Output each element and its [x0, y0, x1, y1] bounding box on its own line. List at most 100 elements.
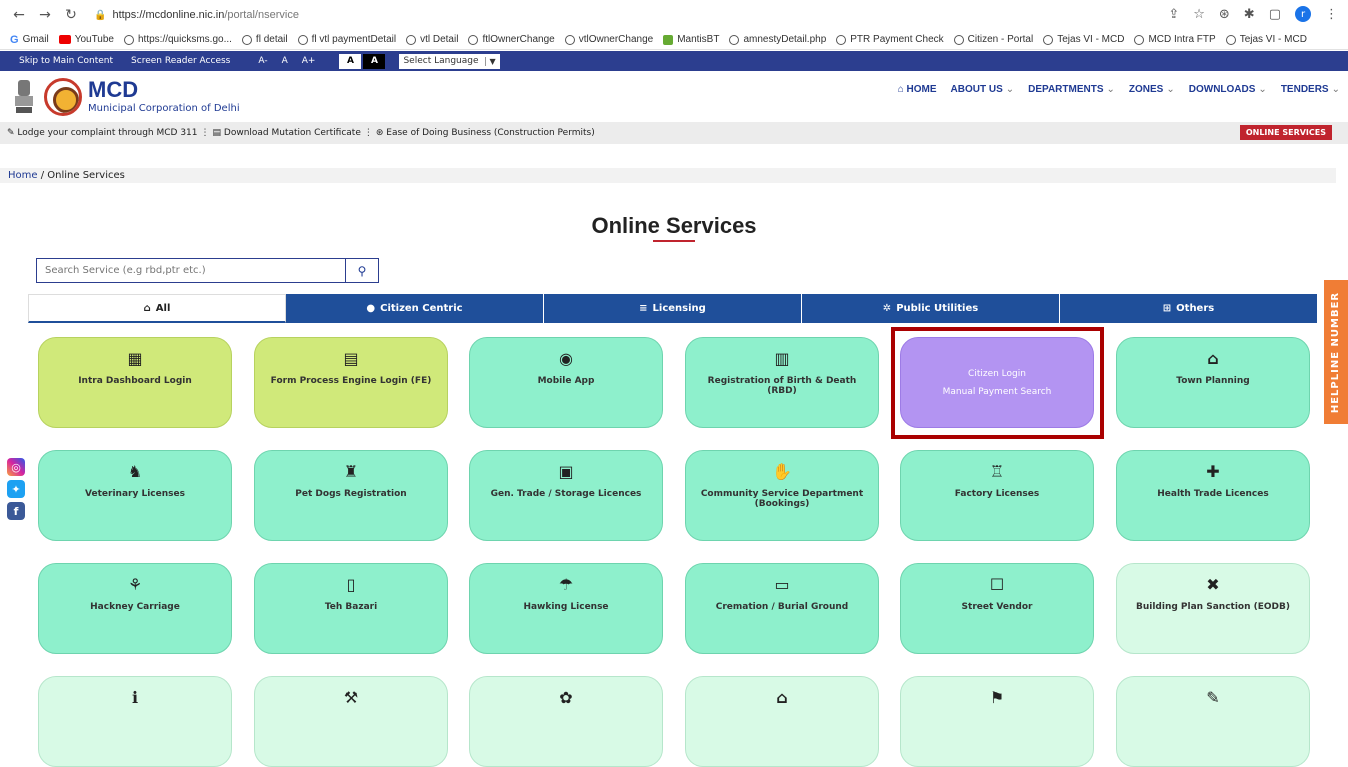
helpline-tab[interactable]: HELPLINE NUMBER	[1324, 280, 1348, 424]
service-card[interactable]: ♞ Veterinary Licenses	[38, 450, 232, 541]
nav-home[interactable]: ⌂ HOME	[898, 84, 937, 95]
font-increase-button[interactable]: A+	[302, 56, 316, 66]
service-card[interactable]: ✖ Building Plan Sanction (EODB)	[1116, 563, 1310, 654]
bookmark-item[interactable]: vtl Detail	[406, 34, 458, 45]
service-card[interactable]: ✿	[469, 676, 663, 767]
bookmark-item[interactable]: MantisBT	[663, 34, 719, 45]
bookmark-item[interactable]: vtlOwnerChange	[564, 34, 653, 45]
bookmark-item[interactable]: fl detail	[241, 34, 288, 45]
puzzle-icon[interactable]: ✱	[1244, 7, 1255, 22]
bookmark-item[interactable]: MCD Intra FTP	[1134, 34, 1216, 45]
service-card[interactable]: ◉ Mobile App	[469, 337, 663, 428]
bookmark-item[interactable]: Tejas VI - MCD	[1225, 34, 1307, 45]
bookmark-icon	[241, 34, 252, 45]
service-card[interactable]: ⚒	[254, 676, 448, 767]
forward-arrow-icon[interactable]: →	[36, 6, 54, 24]
search-button[interactable]: ⚲	[346, 258, 379, 283]
contrast-dark-button[interactable]: A	[363, 53, 386, 69]
back-arrow-icon[interactable]: ←	[10, 6, 28, 24]
twitter-icon[interactable]: ✦	[7, 480, 25, 498]
bookmark-item[interactable]: Citizen - Portal	[953, 34, 1034, 45]
bookmark-item[interactable]: G Gmail	[10, 34, 49, 46]
service-card[interactable]: ♖ Factory Licenses	[900, 450, 1094, 541]
instagram-icon[interactable]: ◎	[7, 458, 25, 476]
service-card-label: Health Trade Licences	[1157, 489, 1269, 499]
home-icon: ⌂	[897, 84, 904, 95]
breadcrumb-home[interactable]: Home	[8, 170, 38, 181]
tab-public-utilities[interactable]: ✲ Public Utilities	[802, 294, 1060, 323]
edit-icon: ✎	[7, 128, 15, 138]
font-decrease-button[interactable]: A-	[258, 56, 267, 66]
chevron-down-icon: ⌄	[1331, 84, 1340, 95]
sidepanel-icon[interactable]: ▢	[1269, 7, 1281, 22]
tab-all[interactable]: ⌂ All	[28, 294, 286, 323]
browser-toolbar: ← → ↻ 🔒 https://mcdonline.nic.in/portal/…	[0, 0, 1348, 30]
service-card[interactable]: ✋ Community Service Department (Bookings)	[685, 450, 879, 541]
chevron-down-icon: ⌄	[1166, 84, 1175, 95]
extension-icon[interactable]: ⊛	[1219, 7, 1230, 22]
font-normal-button[interactable]: A	[282, 56, 288, 66]
mcd-logo[interactable]	[44, 77, 82, 116]
service-card[interactable]: ⌂ Town Planning	[1116, 337, 1310, 428]
service-card[interactable]: ⚘ Hackney Carriage	[38, 563, 232, 654]
service-card[interactable]: ▤ Form Process Engine Login (FE)	[254, 337, 448, 428]
nav-zones[interactable]: ZONES ⌄	[1129, 84, 1175, 95]
service-card[interactable]: ⌂	[685, 676, 879, 767]
list-icon: ≡	[639, 303, 648, 314]
contrast-light-button[interactable]: A	[339, 53, 362, 69]
service-card[interactable]: ♜ Pet Dogs Registration	[254, 450, 448, 541]
page-title: Online Services	[591, 213, 757, 238]
service-card-label: Mobile App	[537, 376, 595, 386]
bookmark-item[interactable]: Tejas VI - MCD	[1043, 34, 1124, 45]
bookmark-label: MCD Intra FTP	[1148, 34, 1216, 45]
service-card[interactable]: ☐ Street Vendor	[900, 563, 1094, 654]
bookmark-item[interactable]: amnestyDetail.php	[729, 34, 826, 45]
service-card[interactable]: ℹ	[38, 676, 232, 767]
service-card[interactable]: ▦ Intra Dashboard Login	[38, 337, 232, 428]
nav-tenders[interactable]: TENDERS ⌄	[1281, 84, 1340, 95]
bookmark-item[interactable]: ftlOwnerChange	[468, 34, 555, 45]
facebook-icon[interactable]: f	[7, 502, 25, 520]
eodb-link[interactable]: ⊛ Ease of Doing Business (Construction P…	[376, 128, 595, 138]
skip-main-link[interactable]: Skip to Main Content	[15, 54, 117, 68]
tax-icon: ⚑	[989, 688, 1005, 707]
bookmark-label: Citizen - Portal	[967, 34, 1034, 45]
nav-about[interactable]: ABOUT US ⌄	[951, 84, 1015, 95]
brand[interactable]: MCD Municipal Corporation of Delhi	[88, 79, 240, 115]
plus-box-icon: ⊞	[1162, 303, 1172, 314]
nav-downloads[interactable]: DOWNLOADS ⌄	[1189, 84, 1267, 95]
service-card[interactable]: ⚑	[900, 676, 1094, 767]
complaint-link[interactable]: ✎ Lodge your complaint through MCD 311	[7, 128, 198, 138]
bookmark-item[interactable]: fl vtl paymentDetail	[297, 34, 396, 45]
tab-others[interactable]: ⊞ Others	[1060, 294, 1318, 323]
tab-citizen-centric[interactable]: ● Citizen Centric	[286, 294, 544, 323]
info-icon: ℹ	[131, 688, 139, 707]
service-card[interactable]: ▥ Registration of Birth & Death (RBD)	[685, 337, 879, 428]
service-card[interactable]: ✚ Health Trade Licences	[1116, 450, 1310, 541]
online-services-button[interactable]: ONLINE SERVICES	[1239, 125, 1332, 140]
star-icon[interactable]: ☆	[1193, 7, 1205, 22]
tab-licensing[interactable]: ≡ Licensing	[544, 294, 802, 323]
bookmark-item[interactable]: https://quicksms.go...	[123, 34, 232, 45]
address-bar[interactable]: 🔒 https://mcdonline.nic.in/portal/nservi…	[94, 9, 299, 21]
screen-reader-link[interactable]: Screen Reader Access	[127, 54, 234, 68]
nav-departments[interactable]: DEPARTMENTS ⌄	[1028, 84, 1115, 95]
language-select[interactable]: Select Language ▼	[399, 53, 500, 69]
nav-downloads-label: DOWNLOADS	[1188, 84, 1256, 95]
profile-avatar[interactable]: r	[1295, 6, 1311, 22]
mutation-link[interactable]: ▤ Download Mutation Certificate	[213, 128, 361, 138]
share-icon[interactable]: ⇪	[1168, 7, 1179, 22]
reload-icon[interactable]: ↻	[62, 6, 80, 24]
service-card-label: Pet Dogs Registration	[295, 489, 407, 499]
service-card[interactable]: ▯ Teh Bazari	[254, 563, 448, 654]
bookmark-item[interactable]: PTR Payment Check	[836, 34, 944, 45]
service-card[interactable]: ▣ Gen. Trade / Storage Licences	[469, 450, 663, 541]
bookmark-label: https://quicksms.go...	[137, 34, 232, 45]
service-card[interactable]: ☂ Hawking License	[469, 563, 663, 654]
bookmark-item[interactable]: YouTube	[58, 34, 114, 45]
service-card[interactable]: ▭ Cremation / Burial Ground	[685, 563, 879, 654]
service-card[interactable]: ✎	[1116, 676, 1310, 767]
search-input[interactable]	[36, 258, 346, 283]
bookmark-label: Tejas VI - MCD	[1239, 34, 1307, 45]
menu-icon[interactable]: ⋮	[1325, 7, 1338, 22]
